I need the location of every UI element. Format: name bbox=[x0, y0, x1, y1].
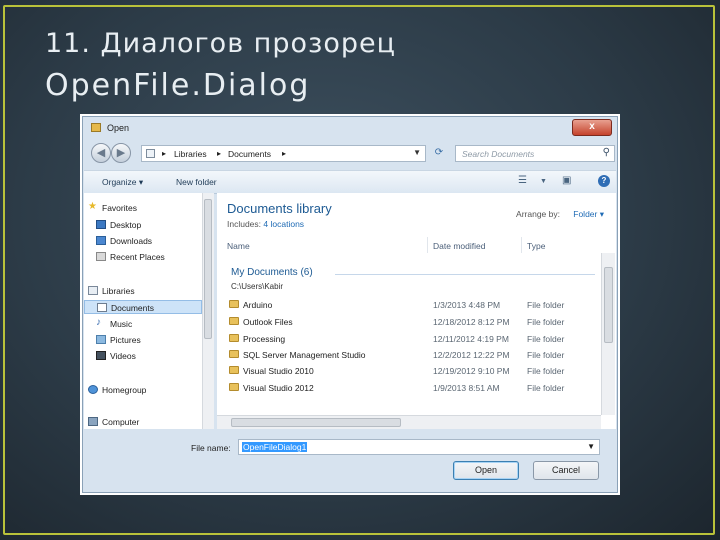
slide-subtitle: OpenFile.Dialog bbox=[45, 68, 311, 103]
chevron-down-icon[interactable]: ▼ bbox=[413, 148, 421, 157]
open-button[interactable]: Open bbox=[453, 461, 519, 480]
includes-locations-link[interactable]: 4 locations bbox=[263, 219, 304, 229]
folder-icon bbox=[229, 334, 239, 342]
open-file-dialog: Open x ◀ ▶ ▸ Libraries ▸ Documents ▸ ▼ ⟳… bbox=[82, 116, 618, 493]
search-icon[interactable]: ⚲ bbox=[603, 147, 610, 158]
horizontal-scroll-thumb[interactable] bbox=[231, 418, 401, 427]
vertical-scrollbar[interactable] bbox=[601, 253, 615, 415]
vertical-scroll-thumb[interactable] bbox=[604, 267, 613, 343]
new-folder-button[interactable]: New folder bbox=[176, 177, 217, 187]
back-arrow-icon[interactable]: ◀ bbox=[91, 143, 111, 163]
forward-arrow-icon[interactable]: ▶ bbox=[111, 143, 131, 163]
nav-libraries[interactable]: Libraries bbox=[84, 284, 202, 298]
column-header-type[interactable]: Type bbox=[527, 241, 545, 251]
navigation-pane: ★ Favorites Desktop Downloads Recent Pla… bbox=[84, 193, 214, 429]
videos-icon bbox=[96, 351, 106, 360]
arrange-by-dropdown[interactable]: Folder ▾ bbox=[573, 209, 604, 220]
list-item[interactable]: Visual Studio 2010 12/19/2012 9:10 PM Fi… bbox=[227, 363, 597, 379]
navigation-bar: ◀ ▶ ▸ Libraries ▸ Documents ▸ ▼ ⟳ Search… bbox=[83, 143, 617, 167]
homegroup-icon bbox=[88, 385, 98, 394]
file-list-pane: Documents library Includes: 4 locations … bbox=[217, 193, 616, 429]
cancel-button[interactable]: Cancel bbox=[533, 461, 599, 480]
chevron-down-icon[interactable]: ▼ bbox=[540, 178, 547, 185]
app-icon bbox=[91, 123, 101, 132]
column-divider[interactable] bbox=[521, 237, 522, 253]
command-toolbar: Organize ▾ New folder ☰ ▼ ▣ ? bbox=[84, 170, 616, 194]
horizontal-scrollbar[interactable] bbox=[217, 415, 601, 429]
file-name-label: File name: bbox=[191, 443, 231, 453]
nav-scrollbar[interactable] bbox=[202, 193, 214, 429]
list-item[interactable]: Outlook Files 12/18/2012 8:12 PM File fo… bbox=[227, 314, 597, 330]
library-icon bbox=[146, 149, 155, 158]
column-header-date[interactable]: Date modified bbox=[433, 241, 485, 251]
search-placeholder: Search Documents bbox=[462, 149, 535, 159]
organize-button[interactable]: Organize ▾ bbox=[102, 177, 143, 188]
breadcrumb-separator-icon[interactable]: ▸ bbox=[162, 149, 166, 158]
nav-downloads[interactable]: Downloads bbox=[84, 234, 202, 248]
nav-scroll-thumb[interactable] bbox=[204, 199, 212, 339]
star-icon: ★ bbox=[88, 201, 97, 212]
nav-homegroup[interactable]: Homegroup bbox=[84, 383, 202, 397]
breadcrumb-libraries[interactable]: Libraries bbox=[174, 149, 207, 159]
arrange-by-label: Arrange by: bbox=[516, 209, 560, 219]
nav-videos[interactable]: Videos bbox=[84, 349, 202, 363]
nav-favorites[interactable]: ★ Favorites bbox=[84, 201, 202, 215]
documents-icon bbox=[97, 303, 107, 312]
folder-icon bbox=[229, 383, 239, 391]
refresh-icon[interactable]: ⟳ bbox=[431, 145, 447, 161]
preview-pane-icon[interactable]: ▣ bbox=[562, 175, 571, 186]
nav-desktop[interactable]: Desktop bbox=[84, 218, 202, 232]
folder-icon bbox=[229, 366, 239, 374]
group-divider bbox=[335, 274, 595, 275]
desktop-icon bbox=[96, 220, 106, 229]
list-item[interactable]: Arduino 1/3/2013 4:48 PM File folder bbox=[227, 297, 597, 313]
view-options-icon[interactable]: ☰ bbox=[518, 175, 527, 186]
folder-icon bbox=[229, 300, 239, 308]
folder-icon bbox=[229, 350, 239, 358]
address-bar[interactable]: ▸ Libraries ▸ Documents ▸ ▼ bbox=[141, 145, 426, 162]
file-name-input[interactable]: OpenFileDialog1 ▼ bbox=[238, 439, 600, 455]
dialog-title: Open bbox=[107, 123, 130, 133]
folder-icon bbox=[229, 317, 239, 325]
nav-computer[interactable]: Computer bbox=[84, 415, 202, 429]
recent-places-icon bbox=[96, 252, 106, 261]
pictures-icon bbox=[96, 335, 106, 344]
column-divider[interactable] bbox=[427, 237, 428, 253]
chevron-down-icon[interactable]: ▼ bbox=[587, 442, 595, 451]
breadcrumb-separator-icon[interactable]: ▸ bbox=[217, 149, 221, 158]
group-header[interactable]: My Documents (6) bbox=[231, 267, 313, 278]
file-name-value: OpenFileDialog1 bbox=[242, 442, 308, 452]
nav-documents[interactable]: Documents bbox=[84, 300, 202, 314]
breadcrumb-documents[interactable]: Documents bbox=[228, 149, 271, 159]
list-item[interactable]: Visual Studio 2012 1/9/2013 8:51 AM File… bbox=[227, 380, 597, 396]
breadcrumb-separator-icon[interactable]: ▸ bbox=[282, 149, 286, 158]
close-button[interactable]: x bbox=[572, 119, 612, 136]
list-item[interactable]: SQL Server Management Studio 12/2/2012 1… bbox=[227, 347, 597, 363]
slide-title: 11. Диалогов прозорец bbox=[45, 28, 396, 59]
column-header-name[interactable]: Name bbox=[227, 241, 250, 251]
dialog-titlebar: Open x bbox=[83, 117, 617, 139]
downloads-icon bbox=[96, 236, 106, 245]
nav-recent-places[interactable]: Recent Places bbox=[84, 250, 202, 264]
library-title: Documents library bbox=[227, 201, 332, 216]
nav-music[interactable]: ♪ Music bbox=[84, 317, 202, 331]
list-item[interactable]: Processing 12/11/2012 4:19 PM File folde… bbox=[227, 331, 597, 347]
library-includes: Includes: 4 locations bbox=[227, 219, 305, 229]
libraries-icon bbox=[88, 286, 98, 295]
group-path: C:\Users\Kabir bbox=[231, 282, 284, 291]
computer-icon bbox=[88, 417, 98, 426]
nav-pictures[interactable]: Pictures bbox=[84, 333, 202, 347]
help-icon[interactable]: ? bbox=[598, 175, 610, 187]
music-icon: ♪ bbox=[96, 317, 101, 328]
search-input[interactable]: Search Documents ⚲ bbox=[455, 145, 615, 162]
